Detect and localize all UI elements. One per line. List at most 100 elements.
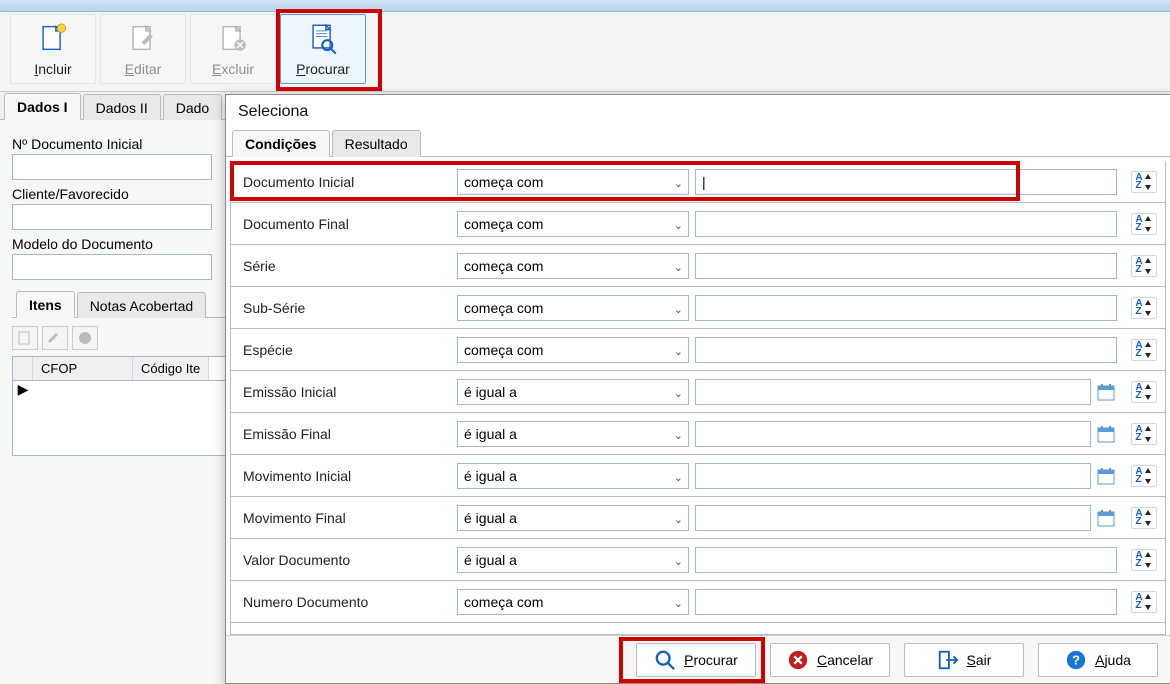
tab-dados-ii[interactable]: Dados II xyxy=(83,94,161,120)
sort-az-button[interactable]: AZ xyxy=(1131,381,1157,403)
filter-value-input[interactable] xyxy=(695,421,1091,447)
main-toolbar: Incluir Editar Excluir Procurar xyxy=(0,12,1170,92)
dialog-procurar-label: Procurar xyxy=(684,652,738,668)
filter-value-input[interactable] xyxy=(695,463,1091,489)
filter-row: Emissão Inicialé igual a⌄AZ xyxy=(231,371,1165,413)
sort-az-button[interactable]: AZ xyxy=(1131,171,1157,193)
filter-operator-wrap: começa com⌄ xyxy=(457,589,689,615)
filter-row: Numero Documentocomeça com⌄AZ xyxy=(231,581,1165,623)
dialog-sair-button[interactable]: Sair xyxy=(904,643,1024,677)
col-cfop[interactable]: CFOP xyxy=(33,357,133,380)
filter-value-input[interactable] xyxy=(695,505,1091,531)
filter-value-input[interactable] xyxy=(695,253,1117,279)
incluir-button[interactable]: Incluir xyxy=(10,14,96,84)
sort-az-button[interactable]: AZ xyxy=(1131,297,1157,319)
dialog-procurar-button[interactable]: Procurar xyxy=(636,643,756,677)
mini-delete-button[interactable] xyxy=(72,326,98,350)
calendar-icon[interactable] xyxy=(1095,507,1117,529)
dialog-ajuda-label: Ajuda xyxy=(1095,652,1131,668)
filter-name: Emissão Inicial xyxy=(231,384,457,400)
filter-name: Série xyxy=(231,258,457,274)
sort-az-button[interactable]: AZ xyxy=(1131,465,1157,487)
filter-value-wrap xyxy=(689,547,1123,573)
filter-value-wrap xyxy=(689,169,1123,195)
sort-az-button[interactable]: AZ xyxy=(1131,423,1157,445)
filter-value-wrap xyxy=(689,379,1123,405)
filter-operator-select[interactable]: é igual a xyxy=(457,463,689,489)
filter-value-input[interactable] xyxy=(695,295,1117,321)
window-titlebar xyxy=(0,0,1170,12)
filter-sort-wrap: AZ xyxy=(1123,339,1165,361)
editar-button[interactable]: Editar xyxy=(100,14,186,84)
filter-value-input[interactable] xyxy=(695,379,1091,405)
filter-value-wrap xyxy=(689,337,1123,363)
filter-operator-wrap: começa com⌄ xyxy=(457,169,689,195)
filter-operator-wrap: é igual a⌄ xyxy=(457,547,689,573)
filter-name: Espécie xyxy=(231,342,457,358)
filter-operator-select[interactable]: começa com xyxy=(457,169,689,195)
filter-sort-wrap: AZ xyxy=(1123,507,1165,529)
sort-az-button[interactable]: AZ xyxy=(1131,549,1157,571)
filter-operator-select[interactable]: é igual a xyxy=(457,421,689,447)
procurar-label: Procurar xyxy=(296,61,350,77)
sort-az-button[interactable]: AZ xyxy=(1131,339,1157,361)
filter-row: Documento Finalcomeça com⌄AZ xyxy=(231,203,1165,245)
calendar-icon[interactable] xyxy=(1095,465,1117,487)
filter-sort-wrap: AZ xyxy=(1123,465,1165,487)
filter-operator-select[interactable]: é igual a xyxy=(457,547,689,573)
filter-value-wrap xyxy=(689,505,1123,531)
procurar-button[interactable]: Procurar xyxy=(280,14,366,84)
filter-value-wrap xyxy=(689,295,1123,321)
filter-operator-wrap: é igual a⌄ xyxy=(457,421,689,447)
filter-value-input[interactable] xyxy=(695,169,1117,195)
input-modelo[interactable] xyxy=(12,254,212,280)
tab-itens[interactable]: Itens xyxy=(16,291,75,318)
filter-operator-wrap: é igual a⌄ xyxy=(457,463,689,489)
document-edit-icon xyxy=(126,21,160,55)
filter-operator-select[interactable]: começa com xyxy=(457,589,689,615)
dialog-cancelar-button[interactable]: Cancelar xyxy=(770,643,890,677)
mini-new-button[interactable] xyxy=(12,326,38,350)
calendar-icon[interactable] xyxy=(1095,381,1117,403)
input-doc-inicial[interactable] xyxy=(12,154,212,180)
filter-operator-select[interactable]: começa com xyxy=(457,253,689,279)
filter-operator-select[interactable]: começa com xyxy=(457,211,689,237)
exit-icon xyxy=(937,649,959,671)
filter-operator-wrap: começa com⌄ xyxy=(457,211,689,237)
filter-row: Emissão Finalé igual a⌄AZ xyxy=(231,413,1165,455)
sort-az-button[interactable]: AZ xyxy=(1131,591,1157,613)
tab-dados-iii[interactable]: Dado xyxy=(163,94,222,120)
calendar-icon[interactable] xyxy=(1095,423,1117,445)
filter-value-input[interactable] xyxy=(695,547,1117,573)
filter-sort-wrap: AZ xyxy=(1123,171,1165,193)
sort-az-button[interactable]: AZ xyxy=(1131,213,1157,235)
filter-value-input[interactable] xyxy=(695,337,1117,363)
excluir-button[interactable]: Excluir xyxy=(190,14,276,84)
tab-condicoes[interactable]: Condições xyxy=(232,130,330,157)
filter-sort-wrap: AZ xyxy=(1123,213,1165,235)
editar-label: Editar xyxy=(125,61,162,77)
filter-operator-select[interactable]: começa com xyxy=(457,295,689,321)
input-cliente[interactable] xyxy=(12,204,212,230)
tab-notas[interactable]: Notas Acobertad xyxy=(77,292,207,318)
pencil-icon xyxy=(48,331,62,345)
sort-az-button[interactable]: AZ xyxy=(1131,255,1157,277)
filter-operator-select[interactable]: começa com xyxy=(457,337,689,363)
dialog-cancelar-label: Cancelar xyxy=(817,652,873,668)
sort-az-button[interactable]: AZ xyxy=(1131,507,1157,529)
dialog-ajuda-button[interactable]: ? Ajuda xyxy=(1038,643,1158,677)
tab-dados-i[interactable]: Dados I xyxy=(4,93,81,120)
document-search-icon xyxy=(306,21,340,55)
filter-row: Movimento Finalé igual a⌄AZ xyxy=(231,497,1165,539)
filter-operator-select[interactable]: é igual a xyxy=(457,505,689,531)
filter-row: Espéciecomeça com⌄AZ xyxy=(231,329,1165,371)
col-codigo[interactable]: Código Ite xyxy=(133,357,209,380)
document-delete-icon xyxy=(216,21,250,55)
tab-resultado[interactable]: Resultado xyxy=(332,130,421,157)
filter-operator-select[interactable]: é igual a xyxy=(457,379,689,405)
filter-value-input[interactable] xyxy=(695,589,1117,615)
x-icon xyxy=(78,331,92,345)
dialog-buttons: Procurar Cancelar Sair ? Ajuda xyxy=(226,635,1170,683)
mini-edit-button[interactable] xyxy=(42,326,68,350)
filter-value-input[interactable] xyxy=(695,211,1117,237)
